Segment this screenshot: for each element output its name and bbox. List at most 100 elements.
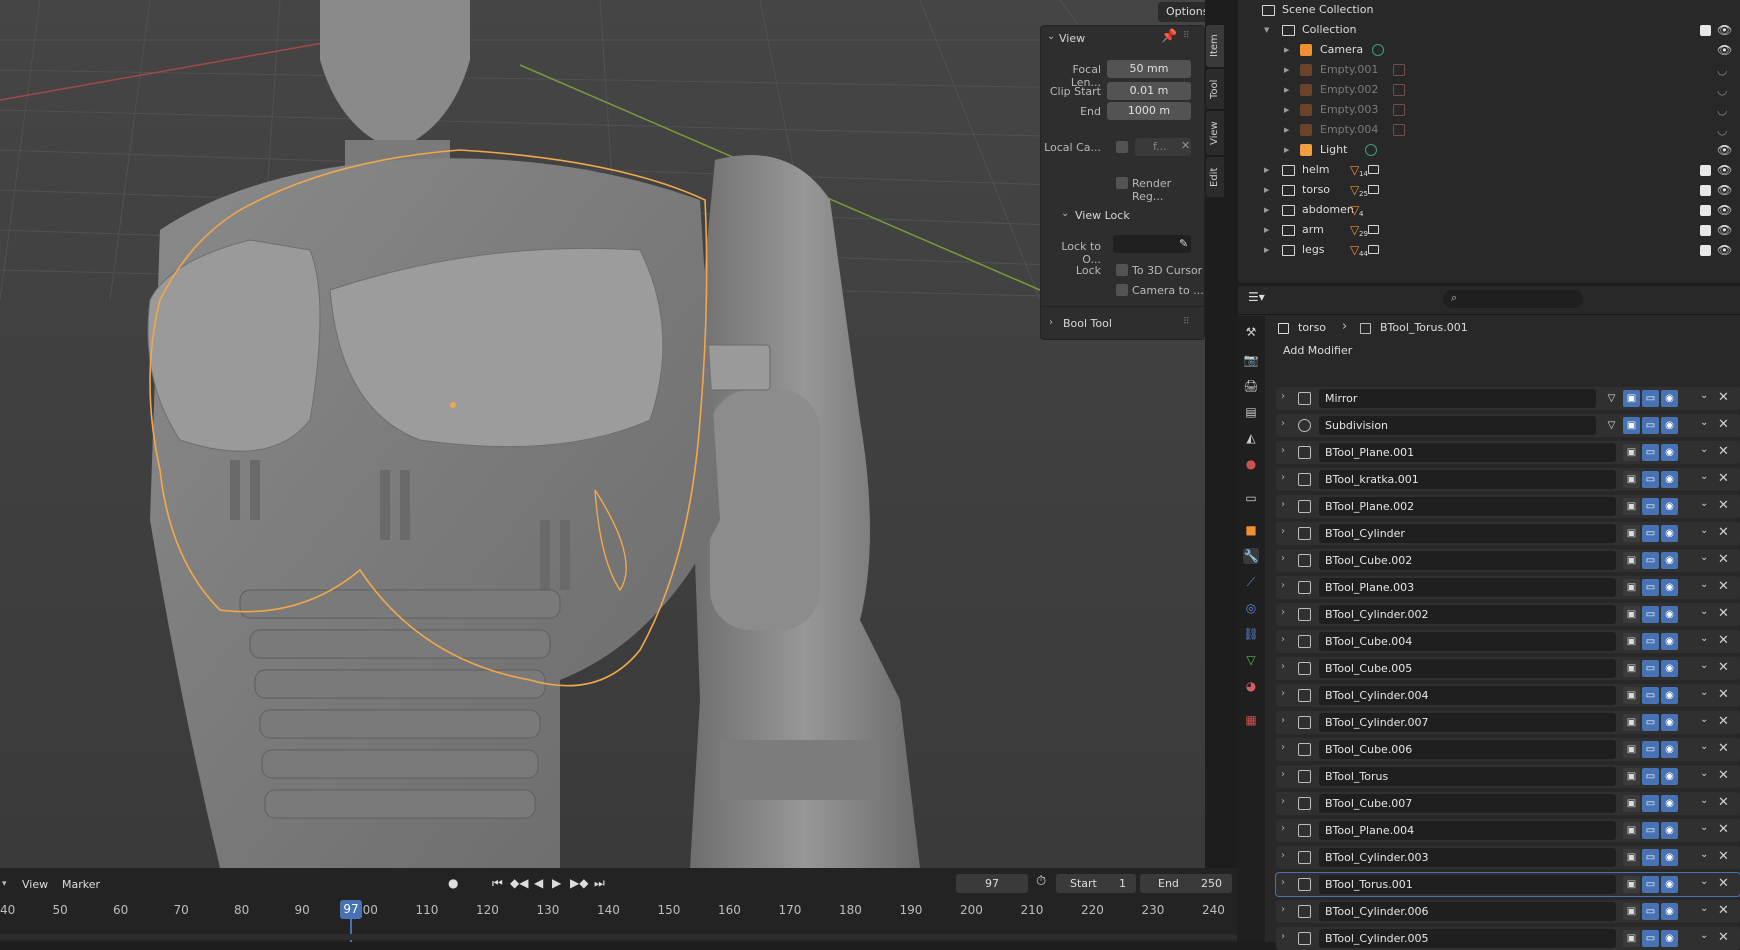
chevron-right-icon[interactable]: ›: [1281, 580, 1285, 591]
render-icon[interactable]: ◉: [1661, 822, 1678, 839]
tab-tool[interactable]: Tool: [1206, 69, 1224, 109]
chevron-down-icon[interactable]: ⌄: [1700, 714, 1708, 725]
object-tab-icon[interactable]: ■: [1243, 522, 1259, 538]
chevron-right-icon[interactable]: ›: [1049, 317, 1053, 328]
render-icon[interactable]: ◉: [1661, 687, 1678, 704]
chevron-right-icon[interactable]: ›: [1281, 850, 1285, 861]
modifier-panel[interactable]: › BTool_Plane.004 ▣ ▭ ◉ ⌄ ✕: [1276, 819, 1740, 842]
modifier-tab-icon[interactable]: 🔧: [1243, 548, 1259, 564]
chevron-right-icon[interactable]: ›: [1281, 391, 1285, 402]
material-tab-icon[interactable]: ◕: [1243, 678, 1259, 694]
modifier-name-field[interactable]: BTool_Plane.004: [1319, 821, 1616, 840]
close-icon[interactable]: ✕: [1718, 525, 1729, 540]
scene-tab-icon[interactable]: ◭: [1243, 430, 1259, 446]
modifier-panel[interactable]: › BTool_Cube.007 ▣ ▭ ◉ ⌄ ✕: [1276, 792, 1740, 815]
close-icon[interactable]: ✕: [1718, 768, 1729, 783]
output-tab-icon[interactable]: 🖨: [1243, 378, 1259, 394]
chevron-down-icon[interactable]: ⌄: [1047, 31, 1055, 42]
exclude-checkbox[interactable]: [1700, 185, 1711, 196]
viewport-display-icon[interactable]: ▭: [1642, 417, 1659, 434]
properties-search-field[interactable]: ⌕: [1443, 290, 1583, 308]
viewport-display-icon[interactable]: ▭: [1642, 552, 1659, 569]
outliner-collection-row[interactable]: ▶ legs ▽ 44 👁: [1238, 240, 1740, 260]
add-modifier-button[interactable]: Add Modifier: [1276, 340, 1740, 362]
expand-toggle-icon[interactable]: ▶: [1264, 200, 1269, 220]
modifier-panel[interactable]: › BTool_Torus ▣ ▭ ◉ ⌄ ✕: [1276, 765, 1740, 788]
edit-mode-icon[interactable]: ▣: [1623, 417, 1640, 434]
edit-mode-icon[interactable]: ▣: [1623, 849, 1640, 866]
edit-mode-icon[interactable]: ▣: [1623, 687, 1640, 704]
tab-view[interactable]: View: [1206, 111, 1224, 155]
modifier-name-field[interactable]: BTool_Plane.003: [1319, 578, 1616, 597]
on-cage-icon[interactable]: ▽: [1603, 417, 1620, 434]
particles-tab-icon[interactable]: ⟋: [1243, 574, 1259, 590]
chevron-down-icon[interactable]: ⌄: [1700, 822, 1708, 833]
modifier-name-field[interactable]: BTool_Cube.006: [1319, 740, 1616, 759]
clip-end-field[interactable]: 1000 m: [1107, 102, 1191, 120]
chevron-down-icon[interactable]: ⌄: [1700, 525, 1708, 536]
chevron-down-icon[interactable]: ⌄: [1700, 579, 1708, 590]
modifier-panel[interactable]: › BTool_Cylinder.003 ▣ ▭ ◉ ⌄ ✕: [1276, 846, 1740, 869]
close-icon[interactable]: ✕: [1718, 930, 1729, 945]
exclude-checkbox[interactable]: [1700, 165, 1711, 176]
view-panel-header[interactable]: View: [1059, 32, 1085, 45]
texture-tab-icon[interactable]: ▦: [1243, 712, 1259, 728]
close-icon[interactable]: ✕: [1718, 444, 1729, 459]
outliner-item[interactable]: ▶ Empty.002 ◡: [1238, 80, 1740, 100]
viewport-display-icon[interactable]: ▭: [1642, 606, 1659, 623]
render-icon[interactable]: ◉: [1661, 633, 1678, 650]
chevron-right-icon[interactable]: ›: [1281, 634, 1285, 645]
chevron-down-icon[interactable]: ⌄: [1700, 633, 1708, 644]
close-icon[interactable]: ✕: [1718, 417, 1729, 432]
modifier-name-field[interactable]: BTool_Cylinder: [1319, 524, 1616, 543]
viewport-display-icon[interactable]: ▭: [1642, 714, 1659, 731]
edit-mode-icon[interactable]: ▣: [1623, 903, 1640, 920]
outliner-item[interactable]: ▶ Camera 👁: [1238, 40, 1740, 60]
expand-toggle-icon[interactable]: ▶: [1284, 120, 1289, 140]
3d-viewport[interactable]: Options ▾ ⌄ View 📌 ⠿ Focal Len... 50 mm …: [0, 0, 1205, 868]
edit-mode-icon[interactable]: ▣: [1623, 525, 1640, 542]
modifier-name-field[interactable]: BTool_Cube.007: [1319, 794, 1616, 813]
chevron-down-icon[interactable]: ⌄: [1700, 660, 1708, 671]
modifier-name-field[interactable]: BTool_Cylinder.004: [1319, 686, 1616, 705]
chevron-down-icon[interactable]: ⌄: [1700, 930, 1708, 941]
close-icon[interactable]: ✕: [1718, 714, 1729, 729]
edit-mode-icon[interactable]: ▣: [1623, 552, 1640, 569]
chevron-down-icon[interactable]: ⌄: [1700, 390, 1708, 401]
viewport-display-icon[interactable]: ▭: [1642, 525, 1659, 542]
chevron-right-icon[interactable]: ›: [1281, 742, 1285, 753]
chevron-down-icon[interactable]: ⌄: [1700, 876, 1708, 887]
chevron-down-icon[interactable]: ⌄: [1700, 498, 1708, 509]
modifier-name-field[interactable]: BTool_Cylinder.006: [1319, 902, 1616, 921]
camera-to-view-checkbox[interactable]: [1116, 284, 1128, 296]
exclude-checkbox[interactable]: [1700, 245, 1711, 256]
chevron-right-icon[interactable]: ›: [1281, 472, 1285, 483]
outliner-collection-row[interactable]: ▶ abdomen ▽ 4 👁: [1238, 200, 1740, 220]
expand-toggle-icon[interactable]: ▶: [1284, 80, 1289, 100]
edit-mode-icon[interactable]: ▣: [1623, 876, 1640, 893]
viewport-display-icon[interactable]: ▭: [1642, 768, 1659, 785]
modifier-panel[interactable]: › BTool_Plane.002 ▣ ▭ ◉ ⌄ ✕: [1276, 495, 1740, 518]
chevron-right-icon[interactable]: ›: [1281, 445, 1285, 456]
options-dropdown[interactable]: Options ▾: [1158, 2, 1205, 22]
chevron-down-icon[interactable]: ⌄: [1700, 849, 1708, 860]
chevron-right-icon[interactable]: ›: [1281, 904, 1285, 915]
data-tab-icon[interactable]: ▽: [1243, 652, 1259, 668]
render-icon[interactable]: ◉: [1661, 903, 1678, 920]
modifier-panel[interactable]: › BTool_Cube.002 ▣ ▭ ◉ ⌄ ✕: [1276, 549, 1740, 572]
eye-icon[interactable]: 👁: [1717, 180, 1732, 200]
chevron-right-icon[interactable]: ›: [1281, 661, 1285, 672]
render-icon[interactable]: ◉: [1661, 390, 1678, 407]
modifier-name-field[interactable]: BTool_Cube.002: [1319, 551, 1616, 570]
render-icon[interactable]: ◉: [1661, 930, 1678, 947]
modifier-name-field[interactable]: Mirror: [1319, 389, 1596, 408]
chevron-right-icon[interactable]: ›: [1281, 418, 1285, 429]
outliner-collection[interactable]: ▼ Collection 👁: [1238, 20, 1740, 40]
expand-toggle-icon[interactable]: ▼: [1264, 20, 1269, 40]
clip-start-field[interactable]: 0.01 m: [1107, 82, 1191, 100]
edit-mode-icon[interactable]: ▣: [1623, 660, 1640, 677]
outliner-item[interactable]: ▶ Empty.004 ◡: [1238, 120, 1740, 140]
close-icon[interactable]: ✕: [1718, 660, 1729, 675]
chevron-right-icon[interactable]: ›: [1281, 499, 1285, 510]
chevron-right-icon[interactable]: ›: [1281, 688, 1285, 699]
